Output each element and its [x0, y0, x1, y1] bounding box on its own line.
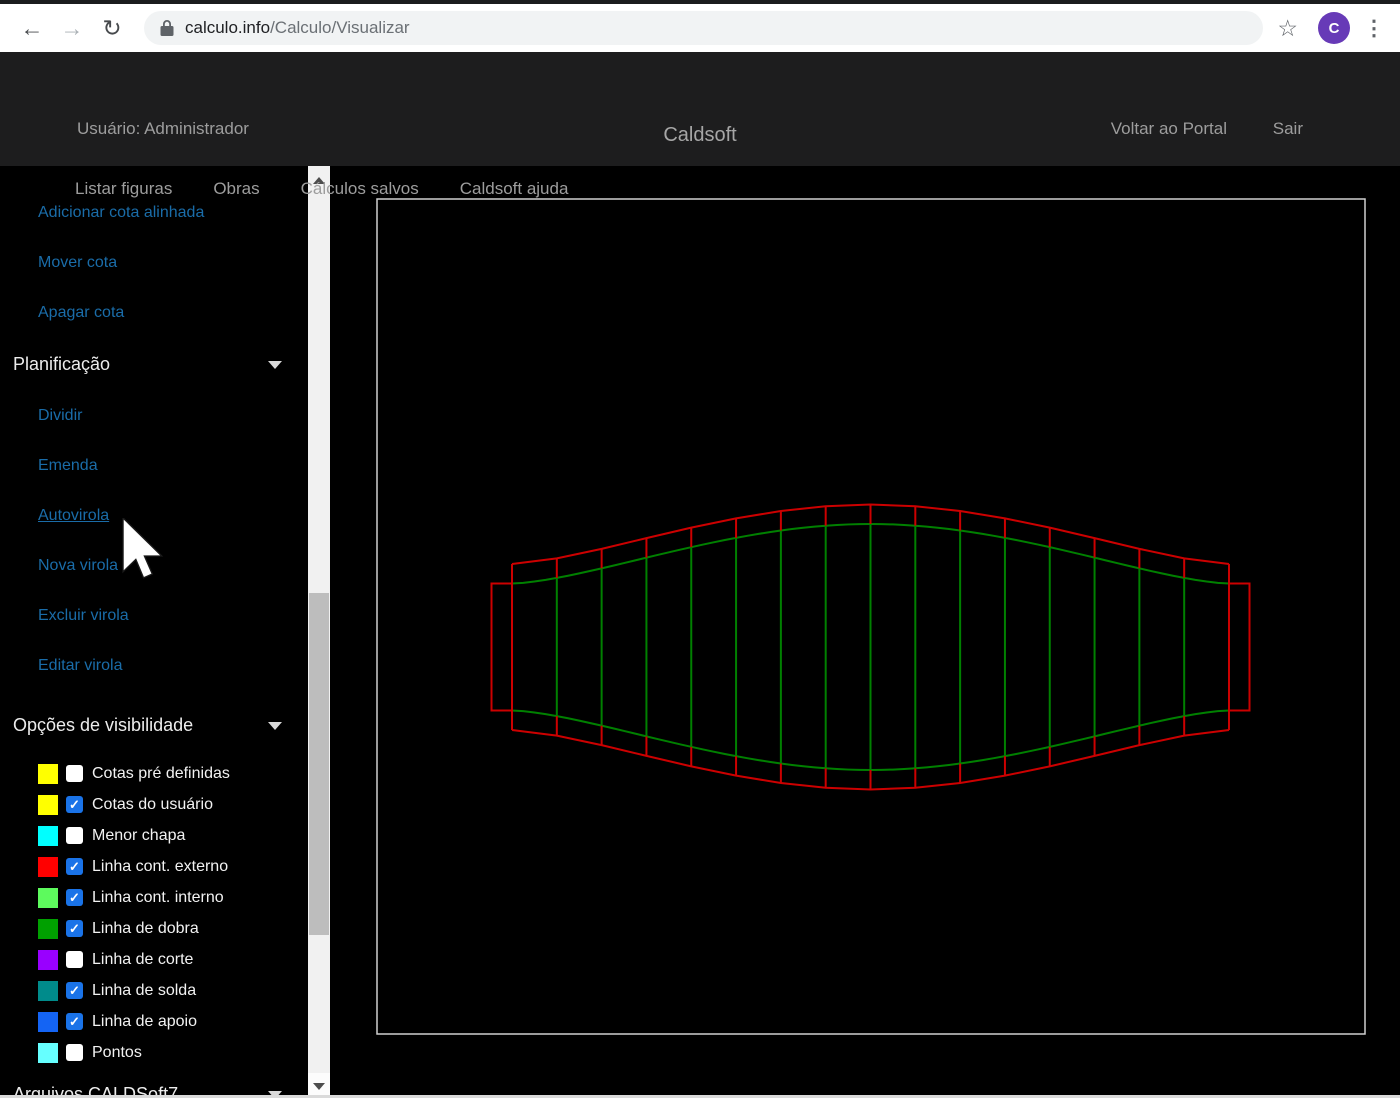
- url-path: /Calculo/Visualizar: [270, 18, 410, 37]
- sidebar-link-label: Adicionar cota alinhada: [38, 204, 204, 222]
- color-swatch: [38, 826, 58, 846]
- color-swatch: [38, 919, 58, 939]
- back-button[interactable]: ←: [12, 8, 52, 48]
- sidebar-link-label: Excluir virola: [38, 607, 129, 625]
- visibility-option-row: ✓ Cotas do usuário: [0, 789, 308, 820]
- user-label: Usuário: Administrador: [77, 119, 249, 139]
- color-swatch: [38, 764, 58, 784]
- color-swatch: [38, 1043, 58, 1063]
- color-swatch: [38, 857, 58, 877]
- visibility-option-row: ✓ Linha cont. externo: [0, 851, 308, 882]
- visibility-checkbox-2[interactable]: [66, 827, 83, 844]
- color-swatch: [38, 795, 58, 815]
- forward-button[interactable]: →: [52, 8, 92, 48]
- section-arquivos[interactable]: Arquivos CALDSoft7: [0, 1068, 308, 1098]
- scrollbar-thumb[interactable]: [309, 593, 329, 935]
- visibility-checkbox-0[interactable]: [66, 765, 83, 782]
- visibility-options: Cotas pré definidas ✓ Cotas do usuário Meno…: [0, 758, 308, 1068]
- drawing-canvas[interactable]: [330, 166, 1400, 1098]
- sidebar-link-label: Autovirola: [38, 507, 109, 525]
- visibility-option-row: Cotas pré definidas: [0, 758, 308, 789]
- visibility-option-label: Linha de corte: [92, 951, 193, 969]
- visibility-option-row: Menor chapa: [0, 820, 308, 851]
- sidebar-link-mover-cota[interactable]: Mover cota: [0, 238, 308, 288]
- lock-icon: [160, 20, 174, 36]
- visibility-checkbox-4[interactable]: ✓: [66, 889, 83, 906]
- scroll-down-icon[interactable]: [313, 1083, 325, 1090]
- nav-item-2[interactable]: Cálculos salvos: [301, 179, 419, 199]
- section-planificacao-label: Planificação: [13, 354, 110, 375]
- visibility-checkbox-9[interactable]: [66, 1044, 83, 1061]
- sidebar-link-label: Editar virola: [38, 657, 122, 675]
- visibility-option-row: Linha de corte: [0, 944, 308, 975]
- sidebar: Adicionar cota alinhada Mover cota Apagar …: [0, 166, 308, 1098]
- nav-item-0[interactable]: Listar figuras: [75, 179, 172, 199]
- sidebar-top-links: Adicionar cota alinhada Mover cota Apagar …: [0, 188, 308, 338]
- site-header: Usuário: Administrador Caldsoft Voltar a…: [0, 52, 1400, 166]
- nav-item-1[interactable]: Obras: [213, 179, 259, 199]
- browser-chrome: ← → ↻ calculo.info/Calculo/Visualizar ☆ …: [0, 0, 1400, 52]
- pattern-right-tab: [1229, 584, 1250, 711]
- bookmark-star-icon[interactable]: ☆: [1277, 15, 1298, 42]
- visibility-option-label: Pontos: [92, 1044, 142, 1062]
- visibility-option-label: Linha de dobra: [92, 920, 199, 938]
- nav-item-3[interactable]: Caldsoft ajuda: [460, 179, 569, 199]
- visibility-option-row: ✓ Linha cont. interno: [0, 882, 308, 913]
- sidebar-link-label: Nova virola: [38, 557, 118, 575]
- visibility-option-row: ✓ Linha de apoio: [0, 1006, 308, 1037]
- visibility-checkbox-7[interactable]: ✓: [66, 982, 83, 999]
- sidebar-link-label: Dividir: [38, 407, 82, 425]
- visibility-option-label: Linha cont. externo: [92, 858, 228, 876]
- visibility-option-label: Menor chapa: [92, 827, 185, 845]
- sidebar-planificacao-links: Dividir Emenda Autovirola Nova virola Exclui…: [0, 391, 308, 691]
- visibility-option-label: Linha de solda: [92, 982, 196, 1000]
- sidebar-link-label: Emenda: [38, 457, 98, 475]
- sidebar-link-excluir-virola[interactable]: Excluir virola: [0, 591, 308, 641]
- visibility-option-row: ✓ Linha de dobra: [0, 913, 308, 944]
- section-visibilidade-label: Opções de visibilidade: [13, 715, 193, 736]
- browser-menu-icon[interactable]: ⋮: [1360, 16, 1388, 41]
- chevron-down-icon: [268, 361, 282, 369]
- url-text: calculo.info/Calculo/Visualizar: [185, 18, 410, 38]
- sidebar-link-nova-virola[interactable]: Nova virola: [0, 541, 308, 591]
- sidebar-link-autovirola[interactable]: Autovirola: [0, 491, 308, 541]
- visibility-option-label: Cotas do usuário: [92, 796, 213, 814]
- sidebar-link-editar-virola[interactable]: Editar virola: [0, 641, 308, 691]
- drawing-svg: [330, 166, 1400, 1098]
- back-to-portal-link[interactable]: Voltar ao Portal: [1111, 119, 1227, 139]
- section-visibilidade[interactable]: Opções de visibilidade: [0, 699, 308, 752]
- app-title: Caldsoft: [663, 124, 736, 147]
- visibility-option-label: Linha de apoio: [92, 1013, 197, 1031]
- main-nav: Listar figuras Obras Cálculos salvos Caldso…: [75, 179, 568, 199]
- visibility-checkbox-8[interactable]: ✓: [66, 1013, 83, 1030]
- sidebar-link-dividir[interactable]: Dividir: [0, 391, 308, 441]
- chevron-down-icon: [268, 722, 282, 730]
- visibility-checkbox-5[interactable]: ✓: [66, 920, 83, 937]
- section-planificacao[interactable]: Planificação: [0, 338, 308, 391]
- visibility-checkbox-6[interactable]: [66, 951, 83, 968]
- visibility-option-label: Cotas pré definidas: [92, 765, 230, 783]
- logout-link[interactable]: Sair: [1273, 119, 1303, 139]
- color-swatch: [38, 888, 58, 908]
- url-host: calculo.info: [185, 18, 270, 37]
- color-swatch: [38, 981, 58, 1001]
- sidebar-scrollbar[interactable]: [308, 166, 330, 1098]
- reload-button[interactable]: ↻: [92, 8, 132, 48]
- visibility-option-row: ✓ Linha de solda: [0, 975, 308, 1006]
- pattern-left-tab: [492, 584, 513, 711]
- visibility-checkbox-3[interactable]: ✓: [66, 858, 83, 875]
- sidebar-link-label: Apagar cota: [38, 304, 124, 322]
- color-swatch: [38, 1012, 58, 1032]
- sidebar-link-apagar-cota[interactable]: Apagar cota: [0, 288, 308, 338]
- sidebar-link-emenda[interactable]: Emenda: [0, 441, 308, 491]
- visibility-option-label: Linha cont. interno: [92, 889, 224, 907]
- profile-avatar[interactable]: C: [1318, 12, 1350, 44]
- address-bar[interactable]: calculo.info/Calculo/Visualizar: [144, 11, 1263, 45]
- color-swatch: [38, 950, 58, 970]
- visibility-option-row: Pontos: [0, 1037, 308, 1068]
- visibility-checkbox-1[interactable]: ✓: [66, 796, 83, 813]
- sidebar-link-label: Mover cota: [38, 254, 117, 272]
